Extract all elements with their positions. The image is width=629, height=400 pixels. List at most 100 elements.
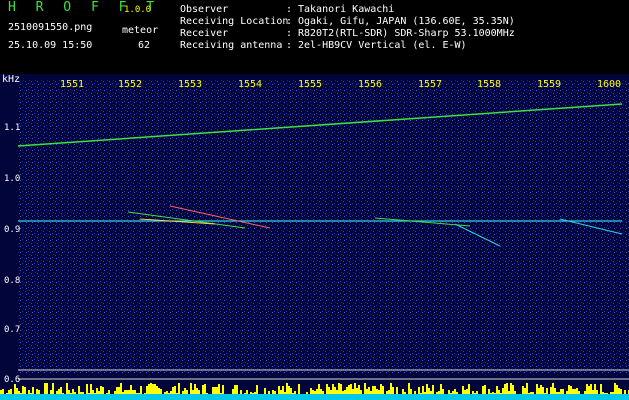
level-bar-base — [198, 394, 200, 400]
level-bar-base — [534, 394, 536, 400]
meteor-count-label: meteor — [122, 25, 159, 36]
level-bar-base — [488, 394, 490, 400]
level-bar-base — [452, 394, 454, 400]
level-bar-base — [620, 394, 622, 400]
file-name: 2510091550.png — [8, 22, 93, 33]
level-bar-base — [546, 394, 548, 400]
level-bar-base — [570, 394, 572, 400]
level-bar-base — [322, 394, 324, 400]
level-bar-base — [596, 394, 598, 400]
level-bar-base — [500, 394, 502, 400]
level-bar-base — [26, 394, 28, 400]
level-bar-base — [430, 394, 432, 400]
level-bar-base — [216, 394, 218, 400]
level-bar-base — [288, 394, 290, 400]
level-bar-base — [120, 394, 122, 400]
level-bar-base — [606, 394, 608, 400]
meteor-count-value: 62 — [138, 40, 151, 51]
level-bar-base — [460, 394, 462, 400]
level-bar-base — [214, 394, 216, 400]
location-value: Ogaki, Gifu, JAPAN (136.60E, 35.35N) — [298, 16, 515, 27]
level-bar-base — [280, 394, 282, 400]
level-bar-base — [234, 394, 236, 400]
level-bar-base — [170, 394, 172, 400]
level-bar-base — [52, 394, 54, 400]
level-bar-base — [122, 394, 124, 400]
level-bar-base — [446, 394, 448, 400]
level-bar-base — [124, 394, 126, 400]
level-bar-base — [380, 394, 382, 400]
x-tick-label: 1554 — [238, 79, 263, 90]
level-bar-base — [356, 394, 358, 400]
y-tick-label: 0.9 — [4, 225, 21, 235]
level-bar-base — [284, 394, 286, 400]
level-bar-base — [126, 394, 128, 400]
level-bar-base — [388, 394, 390, 400]
level-bar-base — [494, 394, 496, 400]
level-bar-base — [326, 394, 328, 400]
level-bar-base — [480, 394, 482, 400]
level-bar-base — [324, 394, 326, 400]
level-bar-base — [438, 394, 440, 400]
level-bar-base — [314, 394, 316, 400]
y-tick-label: 0.7 — [4, 325, 21, 335]
x-tick-label: 1555 — [298, 79, 323, 90]
level-bar-base — [140, 394, 142, 400]
level-bar-base — [46, 394, 48, 400]
level-bar-base — [544, 394, 546, 400]
level-bar-base — [180, 394, 182, 400]
level-bar-base — [184, 394, 186, 400]
level-bar-base — [386, 394, 388, 400]
level-bar-base — [372, 394, 374, 400]
level-bar-base — [108, 394, 110, 400]
level-bar-base — [2, 394, 4, 400]
level-bar-base — [412, 394, 414, 400]
level-bar-base — [64, 394, 66, 400]
level-bar-base — [244, 394, 246, 400]
level-bar-base — [434, 394, 436, 400]
spectrogram-graphics — [0, 80, 629, 400]
level-bar-base — [608, 394, 610, 400]
level-bar-base — [410, 394, 412, 400]
level-bar-base — [182, 394, 184, 400]
level-bar-base — [4, 394, 6, 400]
level-bar-base — [272, 394, 274, 400]
separator: : — [286, 28, 293, 39]
level-bar-base — [390, 394, 392, 400]
timestamp: 25.10.09 15:50 — [8, 40, 93, 51]
level-bar-base — [200, 394, 202, 400]
antenna-label: Receiving antenna — [180, 40, 283, 51]
level-bar-base — [224, 394, 226, 400]
level-bar-base — [58, 394, 60, 400]
level-bar-base — [92, 394, 94, 400]
level-bar-base — [394, 394, 396, 400]
y-tick-label: 0.6 — [4, 375, 21, 385]
y-tick-label: 1.0 — [4, 174, 21, 184]
level-bar-base — [450, 394, 452, 400]
level-bar-base — [408, 394, 410, 400]
level-bar-base — [50, 394, 52, 400]
level-bar-base — [60, 394, 62, 400]
level-bar-base — [530, 394, 532, 400]
level-bar-base — [144, 394, 146, 400]
level-bar-base — [384, 394, 386, 400]
level-bar-base — [454, 394, 456, 400]
level-bar-base — [374, 394, 376, 400]
level-bar-base — [76, 394, 78, 400]
level-bar-base — [624, 394, 626, 400]
level-bar-base — [318, 394, 320, 400]
level-bar-base — [218, 394, 220, 400]
level-bar-base — [134, 394, 136, 400]
level-bar-base — [24, 394, 26, 400]
level-bar-base — [550, 394, 552, 400]
level-bar-base — [368, 394, 370, 400]
level-bar-base — [414, 394, 416, 400]
level-bar-base — [370, 394, 372, 400]
level-bar-base — [98, 394, 100, 400]
level-bar-base — [470, 394, 472, 400]
level-bar-base — [164, 394, 166, 400]
level-bar-base — [336, 394, 338, 400]
level-bar-base — [588, 394, 590, 400]
level-bar-base — [8, 394, 10, 400]
header-panel: H R O F F T 1.0.0 2510091550.png meteor … — [0, 0, 629, 74]
